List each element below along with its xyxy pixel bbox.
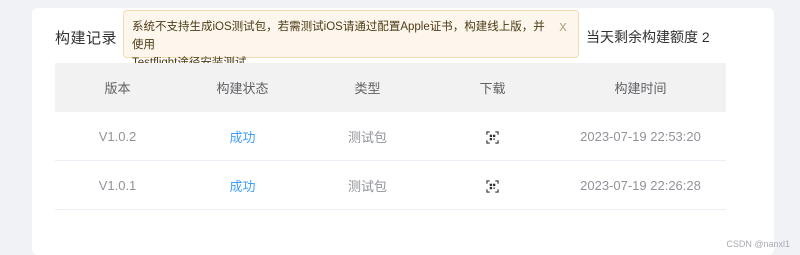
alert-message-line1: 系统不支持生成iOS测试包，若需测试iOS请通过配置Apple证书，构建线上版，…	[132, 21, 545, 51]
table-row: V1.0.1 成功 测试包 2023-07-19 22:26:28	[55, 160, 726, 210]
download-cell	[430, 112, 555, 161]
build-time-cell: 2023-07-19 22:53:20	[555, 112, 726, 161]
status-cell: 成功	[180, 112, 305, 161]
qr-code-icon[interactable]	[486, 179, 499, 193]
table-row: V1.0.2 成功 测试包 2023-07-19 22:53:20	[55, 112, 726, 161]
build-records-table: 版本 构建状态 类型 下载 构建时间 V1.0.2 成功 测试包 2023-07…	[55, 63, 726, 210]
header-build-time: 构建时间	[555, 63, 726, 112]
remaining-quota: 当天剩余构建额度 2	[586, 29, 710, 45]
status-cell: 成功	[180, 160, 305, 210]
version-cell: V1.0.2	[55, 112, 180, 161]
qr-code-icon[interactable]	[486, 130, 499, 144]
header-version: 版本	[55, 63, 180, 112]
download-cell	[430, 160, 555, 210]
watermark: CSDN @nanxl1	[726, 239, 790, 249]
status-link[interactable]: 成功	[229, 179, 255, 194]
header-build-status: 构建状态	[180, 63, 305, 112]
type-cell: 测试包	[305, 112, 430, 161]
close-icon[interactable]: x	[556, 19, 570, 34]
header-download: 下载	[430, 63, 555, 112]
status-link[interactable]: 成功	[229, 130, 255, 145]
table-header-row: 版本 构建状态 类型 下载 构建时间	[55, 63, 726, 112]
header-type: 类型	[305, 63, 430, 112]
warning-alert: 系统不支持生成iOS测试包，若需测试iOS请通过配置Apple证书，构建线上版，…	[123, 10, 579, 69]
type-cell: 测试包	[305, 160, 430, 210]
build-time-cell: 2023-07-19 22:26:28	[555, 160, 726, 210]
section-title: 构建记录	[55, 30, 118, 47]
version-cell: V1.0.1	[55, 160, 180, 210]
